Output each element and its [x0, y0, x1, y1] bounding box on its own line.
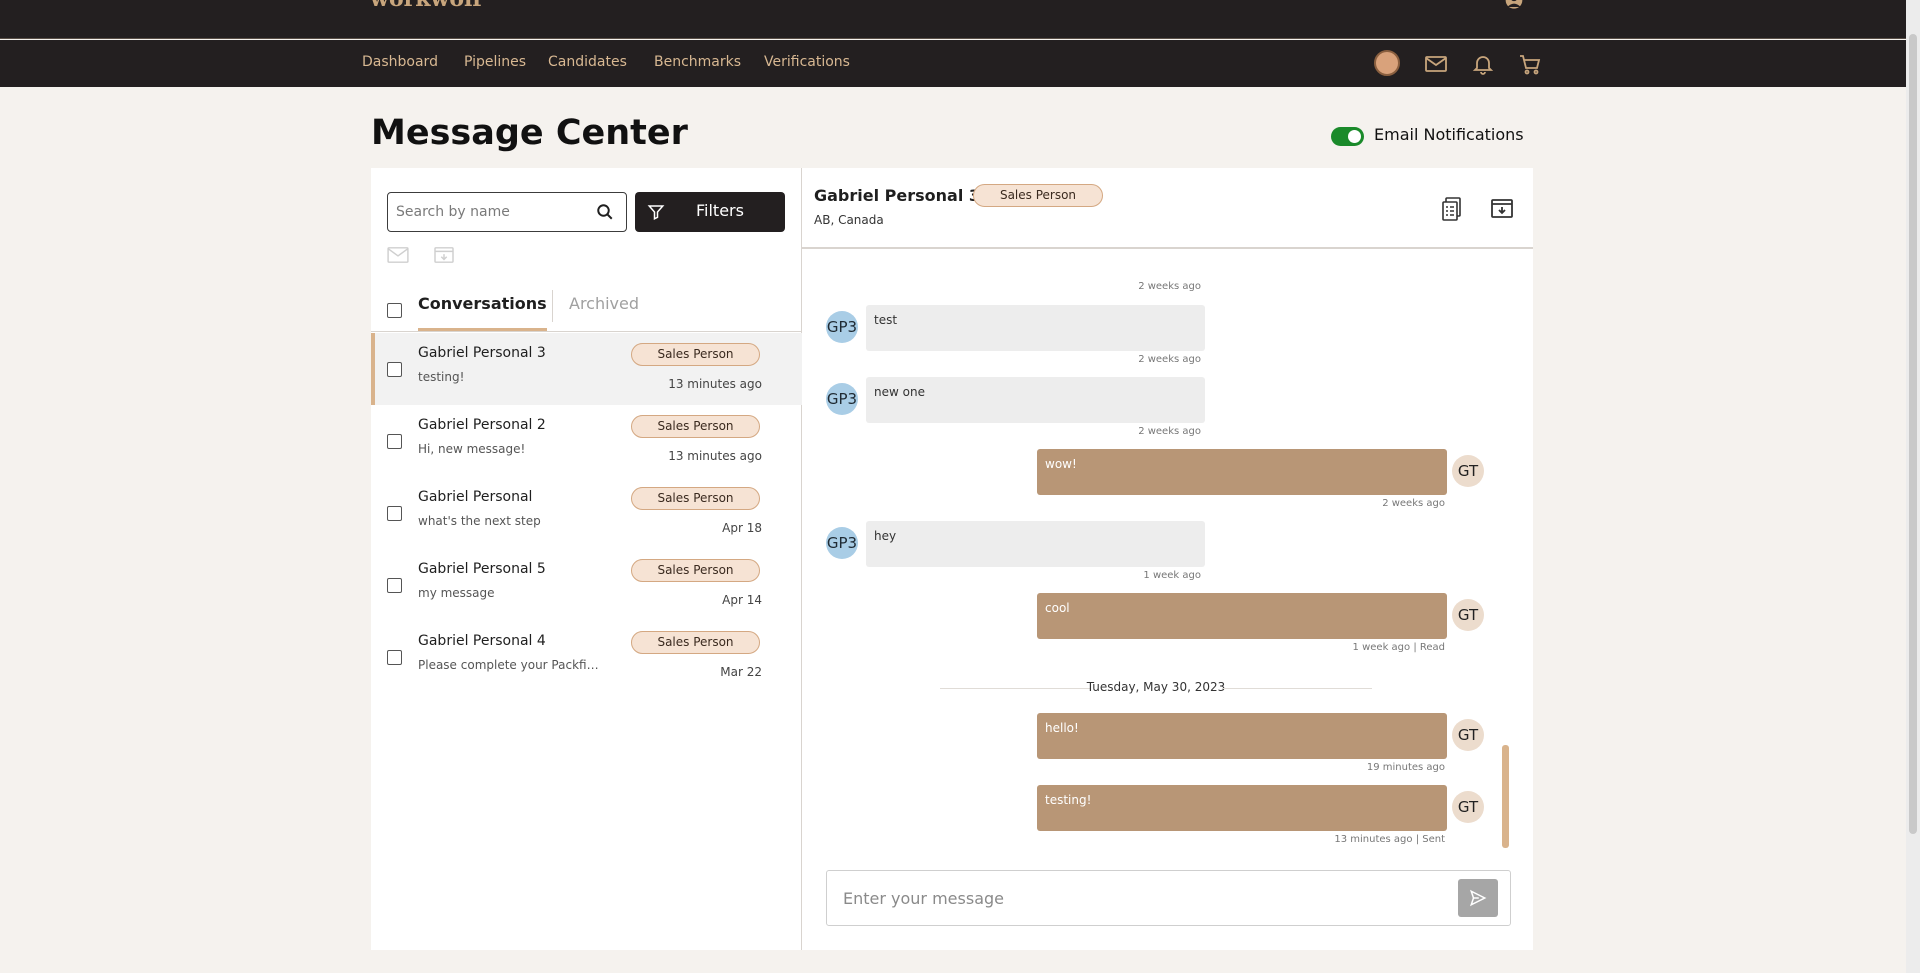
message-bubble-incoming: hey [866, 521, 1205, 567]
avatar: GT [1452, 719, 1484, 751]
avatar: GT [1452, 791, 1484, 823]
avatar: GT [1452, 599, 1484, 631]
conversation-snippet: testing! [418, 370, 465, 384]
filter-icon [647, 205, 665, 220]
message-time: 2 weeks ago [1138, 426, 1201, 437]
conversation-name: Gabriel Personal 4 [418, 633, 546, 649]
logo[interactable]: workwolf [370, 0, 482, 12]
conversation-name: Gabriel Personal 2 [418, 417, 546, 433]
role-badge: Sales Person [631, 559, 760, 582]
conversation-item[interactable]: Gabriel Personal 5 my message Sales Pers… [371, 549, 802, 621]
contact-location: AB, Canada [814, 213, 884, 227]
search-box [387, 192, 627, 232]
avatar: GT [1452, 455, 1484, 487]
role-badge: Sales Person [631, 487, 760, 510]
message-time: 2 weeks ago [1138, 354, 1201, 365]
message-bubble-incoming: new one [866, 377, 1205, 423]
nav-verifications[interactable]: Verifications [764, 54, 850, 70]
avatar: GP3 [826, 527, 858, 559]
message-time: 2 weeks ago [1382, 498, 1445, 509]
conversation-checkbox[interactable] [387, 650, 402, 665]
conversation-tabs: Conversations Archived [371, 280, 802, 332]
conversation-list: Gabriel Personal 3 testing! Sales Person… [371, 333, 802, 693]
send-icon [1469, 889, 1487, 907]
conversation-name: Gabriel Personal 5 [418, 561, 546, 577]
conversation-checkbox[interactable] [387, 578, 402, 593]
conversation-snippet: Please complete your Packfin... [418, 658, 603, 672]
message-thread[interactable]: 2 weeks ago GP3 test 2 weeks ago GP3 new… [802, 251, 1533, 855]
conversation-checkbox[interactable] [387, 506, 402, 521]
mark-read-mail-icon[interactable] [387, 246, 409, 264]
conversation-time: Apr 14 [722, 593, 762, 607]
coin-avatar[interactable] [1374, 50, 1400, 76]
message-time: 19 minutes ago [1366, 762, 1445, 773]
thread-scrollbar-thumb[interactable] [1502, 745, 1509, 848]
message-input[interactable] [843, 886, 1433, 910]
message-bubble-outgoing: hello! [1037, 713, 1447, 759]
search-input[interactable] [396, 201, 586, 223]
conversation-name: Gabriel Personal 3 [418, 345, 546, 361]
conversation-time: Apr 18 [722, 521, 762, 535]
message-time: 13 minutes ago | Sent [1334, 834, 1445, 845]
conversation-snippet: what's the next step [418, 514, 541, 528]
cart-icon[interactable] [1518, 52, 1542, 76]
filters-label: Filters [696, 201, 744, 220]
date-separator: Tuesday, May 30, 2023 [940, 680, 1372, 696]
conversation-item[interactable]: Gabriel Personal 3 testing! Sales Person… [371, 333, 802, 405]
select-all-checkbox[interactable] [387, 303, 402, 318]
message-bubble-outgoing: cool [1037, 593, 1447, 639]
nav-dashboard[interactable]: Dashboard [362, 54, 438, 70]
message-bubble-outgoing: wow! [1037, 449, 1447, 495]
conversation-panel: Filters Conversations Archived Gabriel P… [371, 168, 802, 950]
tab-conversations[interactable]: Conversations [418, 294, 547, 331]
nav-benchmarks[interactable]: Benchmarks [654, 54, 741, 70]
archive-icon[interactable] [1490, 196, 1514, 222]
nav-candidates[interactable]: Candidates [548, 54, 627, 70]
conversation-item[interactable]: Gabriel Personal what's the next step Sa… [371, 477, 802, 549]
avatar: GP3 [826, 311, 858, 343]
conversation-checkbox[interactable] [387, 434, 402, 449]
tab-archived[interactable]: Archived [569, 294, 639, 313]
nav-pipelines[interactable]: Pipelines [464, 54, 526, 70]
mail-icon[interactable] [1424, 52, 1448, 76]
avatar: GP3 [826, 383, 858, 415]
message-bubble-outgoing: testing! [1037, 785, 1447, 831]
filters-button[interactable]: Filters [635, 192, 785, 232]
role-badge: Sales Person [631, 631, 760, 654]
main-nav: Dashboard Pipelines Candidates Benchmark… [0, 40, 1906, 87]
conversation-snippet: my message [418, 586, 495, 600]
conversation-time: 13 minutes ago [668, 449, 762, 463]
tab-divider [552, 290, 553, 322]
user-icon[interactable] [1502, 0, 1526, 12]
thread-header: Gabriel Personal 3 Sales Person AB, Cana… [802, 168, 1533, 249]
role-badge: Sales Person [631, 415, 760, 438]
message-bubble-incoming: test [866, 305, 1205, 351]
conversation-time: 13 minutes ago [668, 377, 762, 391]
send-button[interactable] [1458, 879, 1498, 917]
thread-panel: Gabriel Personal 3 Sales Person AB, Cana… [802, 168, 1533, 950]
email-notifications-toggle[interactable] [1331, 127, 1364, 146]
role-badge: Sales Person [631, 343, 760, 366]
top-bar: workwolf [0, 0, 1906, 39]
page-scrollbar-thumb[interactable] [1909, 34, 1917, 834]
conversation-checkbox[interactable] [387, 362, 402, 377]
conversation-time: Mar 22 [720, 665, 762, 679]
search-icon[interactable] [596, 203, 614, 221]
date-separator-label: Tuesday, May 30, 2023 [1086, 680, 1226, 694]
conversation-item[interactable]: Gabriel Personal 4 Please complete your … [371, 621, 802, 693]
email-notifications-label: Email Notifications [1374, 125, 1524, 144]
message-time: 1 week ago [1143, 570, 1201, 581]
message-composer [826, 870, 1511, 926]
bell-icon[interactable] [1471, 52, 1495, 76]
message-time: 1 week ago | Read [1352, 642, 1445, 653]
conversation-item[interactable]: Gabriel Personal 2 Hi, new message! Sale… [371, 405, 802, 477]
document-icon[interactable] [1440, 196, 1464, 222]
contact-role-badge: Sales Person [973, 184, 1103, 207]
conversation-snippet: Hi, new message! [418, 442, 526, 456]
bulk-archive-icon[interactable] [433, 246, 455, 264]
conversation-name: Gabriel Personal [418, 489, 533, 505]
contact-name: Gabriel Personal 3 [814, 186, 981, 205]
page-title: Message Center [371, 113, 688, 153]
message-time: 2 weeks ago [1138, 281, 1201, 292]
